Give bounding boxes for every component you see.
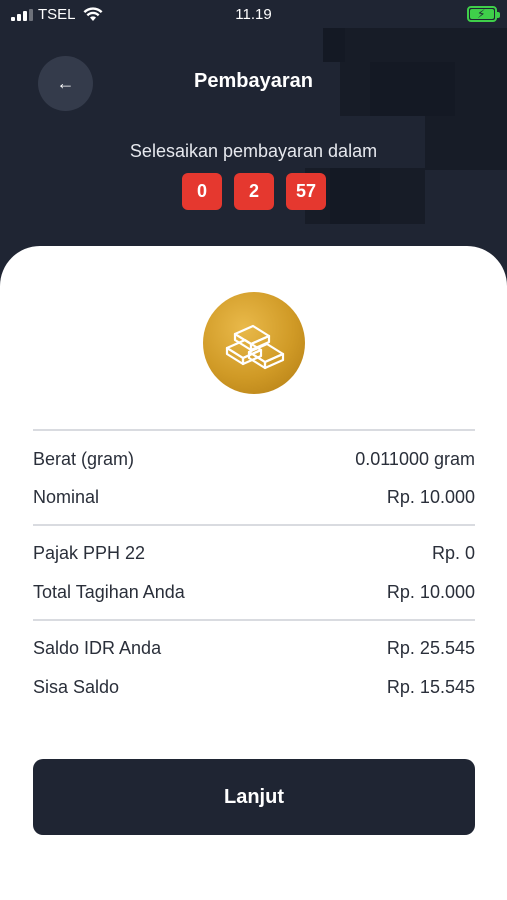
row-label: Sisa Saldo — [33, 677, 120, 697]
clock: 11.19 — [235, 6, 272, 23]
summary-row-nominal: Nominal Rp. 10.000 — [33, 487, 475, 511]
row-label: Pajak PPH 22 — [33, 543, 146, 563]
redacted-block — [323, 28, 507, 62]
redacted-block — [330, 168, 380, 224]
row-value: 0.011000 gram — [355, 449, 475, 469]
row-value: Rp. 25.545 — [386, 638, 475, 658]
countdown-timer: 0 2 57 — [182, 173, 326, 210]
row-value: Rp. 0 — [431, 543, 475, 563]
status-bar: TSEL 11.19 ⚡ — [0, 0, 507, 30]
summary-row-balance: Saldo IDR Anda Rp. 25.545 — [33, 638, 475, 662]
summary-row-total: Total Tagihan Anda Rp. 10.000 — [33, 582, 475, 606]
row-label: Berat (gram) — [33, 449, 135, 469]
summary-row-remaining: Sisa Saldo Rp. 15.545 — [33, 677, 475, 701]
gold-bars-icon — [203, 292, 305, 394]
row-value: Rp. 15.545 — [386, 677, 475, 697]
continue-button[interactable]: Lanjut — [33, 759, 475, 835]
countdown-seconds: 57 — [286, 173, 326, 210]
row-label: Saldo IDR Anda — [33, 638, 162, 658]
countdown-minutes: 2 — [234, 173, 274, 210]
row-label: Total Tagihan Anda — [33, 582, 185, 602]
redacted-block — [323, 28, 345, 62]
row-label: Nominal — [33, 487, 100, 507]
battery-charging-icon: ⚡ — [467, 6, 500, 22]
divider — [33, 619, 475, 621]
summary-row-weight: Berat (gram) 0.011000 gram — [33, 449, 475, 473]
page-title: Pembayaran — [194, 70, 313, 92]
countdown-label: Selesaikan pembayaran dalam — [129, 141, 378, 161]
divider — [33, 524, 475, 526]
row-value: Rp. 10.000 — [386, 582, 475, 602]
row-value: Rp. 10.000 — [386, 487, 475, 507]
summary-row-tax: Pajak PPH 22 Rp. 0 — [33, 543, 475, 567]
divider — [33, 429, 475, 431]
countdown-hours: 0 — [182, 173, 222, 210]
